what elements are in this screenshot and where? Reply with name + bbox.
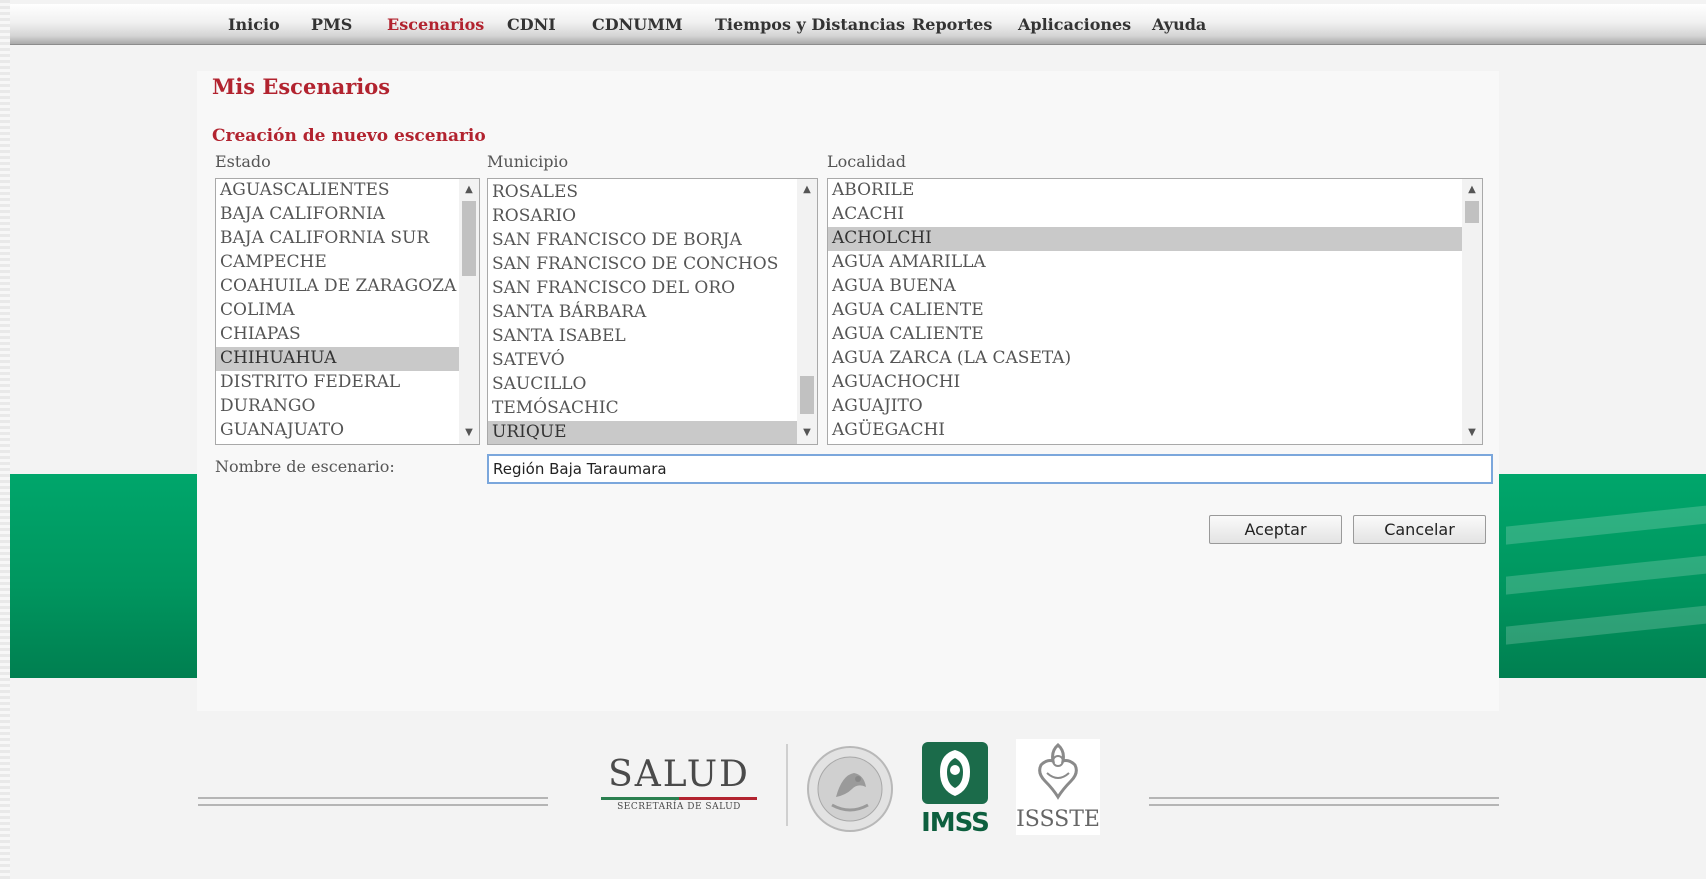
localidad-options: ABORILE ACACHI ACHOLCHI AGUA AMARILLA AG…	[828, 179, 1482, 443]
estado-option[interactable]: BAJA CALIFORNIA	[216, 203, 479, 227]
issste-logo: ISSSTE	[1016, 739, 1100, 835]
chevron-down-icon[interactable]: ▼	[1462, 424, 1482, 442]
municipio-option[interactable]: SAUCILLO	[488, 373, 817, 397]
band-stripe	[1506, 601, 1706, 645]
band-stripe	[1506, 551, 1706, 595]
municipio-option[interactable]: SAN FRANCISCO DEL ORO	[488, 277, 817, 301]
municipio-label: Municipio	[487, 152, 569, 171]
localidad-option[interactable]: AGUA CALIENTE	[828, 299, 1482, 323]
chevron-up-icon[interactable]: ▲	[1462, 181, 1482, 199]
municipio-option-selected[interactable]: URIQUE	[488, 421, 797, 444]
cancel-button[interactable]: Cancelar	[1353, 515, 1486, 544]
estado-option[interactable]: CHIAPAS	[216, 323, 479, 347]
estado-option-selected[interactable]: CHIHUAHUA	[216, 347, 479, 371]
nav-item-aplicaciones[interactable]: Aplicaciones	[1018, 15, 1131, 34]
localidad-option[interactable]: AGUA AMARILLA	[828, 251, 1482, 275]
footer-left-rule	[198, 797, 548, 806]
imss-emblem-icon	[922, 742, 988, 804]
nav-item-tiempos-y-distancias[interactable]: Tiempos y Distancias	[715, 15, 905, 34]
localidad-option[interactable]: ACACHI	[828, 203, 1482, 227]
salud-logo: SALUD SECRETARÍA DE SALUD	[595, 755, 763, 825]
estado-scroll-thumb[interactable]	[462, 201, 476, 276]
municipio-option[interactable]: ROSARIO	[488, 205, 817, 229]
estado-option[interactable]: COLIMA	[216, 299, 479, 323]
localidad-scrollbar[interactable]: ▲ ▼	[1462, 179, 1482, 444]
estado-scrollbar[interactable]: ▲ ▼	[459, 179, 479, 444]
nav-item-cdnumm[interactable]: CDNUMM	[592, 15, 683, 34]
salud-title: SALUD	[608, 754, 750, 795]
estado-option[interactable]: CAMPECHE	[216, 251, 479, 275]
issste-emblem-icon	[1038, 743, 1078, 800]
municipio-listbox[interactable]: ROSALES ROSARIO SAN FRANCISCO DE BORJA S…	[487, 178, 818, 445]
nav-item-ayuda[interactable]: Ayuda	[1152, 15, 1206, 34]
municipio-option[interactable]: SATEVÓ	[488, 349, 817, 373]
nav-item-pms[interactable]: PMS	[311, 15, 352, 34]
municipio-option[interactable]: SAN FRANCISCO DE BORJA	[488, 229, 817, 253]
municipio-option[interactable]: ROSALES	[488, 181, 817, 205]
chevron-up-icon[interactable]: ▲	[797, 181, 817, 199]
municipio-scrollbar[interactable]: ▲ ▼	[797, 179, 817, 444]
page-title: Mis Escenarios	[212, 74, 391, 99]
imss-logo: IMSS	[917, 740, 993, 836]
nav-item-reportes[interactable]: Reportes	[912, 15, 992, 34]
localidad-option[interactable]: AGUA CALIENTE	[828, 323, 1482, 347]
estado-option[interactable]: DISTRITO FEDERAL	[216, 371, 479, 395]
logo-divider	[786, 744, 788, 826]
localidad-option[interactable]: AGUA ZARCA (LA CASETA)	[828, 347, 1482, 371]
accept-button[interactable]: Aceptar	[1209, 515, 1342, 544]
localidad-label: Localidad	[827, 152, 907, 171]
chevron-down-icon[interactable]: ▼	[459, 424, 479, 442]
estado-listbox[interactable]: AGUASCALIENTES BAJA CALIFORNIA BAJA CALI…	[215, 178, 480, 445]
footer-right-rule	[1149, 797, 1499, 806]
estado-options: AGUASCALIENTES BAJA CALIFORNIA BAJA CALI…	[216, 179, 479, 443]
estado-option[interactable]: DURANGO	[216, 395, 479, 419]
municipio-option[interactable]: TEMÓSACHIC	[488, 397, 817, 421]
estado-option[interactable]: AGUASCALIENTES	[216, 179, 479, 203]
estado-option[interactable]: BAJA CALIFORNIA SUR	[216, 227, 479, 251]
band-stripe	[1506, 501, 1706, 545]
scenario-panel: Mis Escenarios Creación de nuevo escenar…	[197, 71, 1499, 711]
localidad-option[interactable]: AGUACHOCHI	[828, 371, 1482, 395]
mexican-seal-icon	[806, 745, 894, 833]
localidad-option[interactable]: AGUA BUENA	[828, 275, 1482, 299]
left-decorative-strip	[0, 0, 10, 879]
municipio-option[interactable]: SANTA ISABEL	[488, 325, 817, 349]
chevron-down-icon[interactable]: ▼	[797, 424, 817, 442]
salud-subtitle: SECRETARÍA DE SALUD	[617, 802, 741, 812]
section-title: Creación de nuevo escenario	[212, 126, 486, 146]
estado-option[interactable]: GUANAJUATO	[216, 419, 479, 443]
estado-option[interactable]: COAHUILA DE ZARAGOZA	[216, 275, 479, 299]
localidad-listbox[interactable]: ABORILE ACACHI ACHOLCHI AGUA AMARILLA AG…	[827, 178, 1483, 445]
localidad-option-selected[interactable]: ACHOLCHI	[828, 227, 1462, 251]
nav-item-escenarios[interactable]: Escenarios	[387, 15, 484, 34]
municipio-option[interactable]: SAN FRANCISCO DE CONCHOS	[488, 253, 817, 277]
top-navigation-bar: Inicio PMS Escenarios CDNI CDNUMM Tiempo…	[10, 4, 1706, 45]
localidad-option[interactable]: ABORILE	[828, 179, 1482, 203]
salud-rule	[601, 797, 757, 800]
imss-label: IMSS	[921, 808, 990, 838]
scenario-name-label: Nombre de escenario:	[215, 457, 395, 476]
nav-item-inicio[interactable]: Inicio	[228, 15, 280, 34]
estado-label: Estado	[215, 152, 271, 171]
nav-item-cdni[interactable]: CDNI	[507, 15, 556, 34]
municipio-scroll-thumb[interactable]	[800, 376, 814, 414]
municipio-option[interactable]: SANTA BÁRBARA	[488, 301, 817, 325]
municipio-options: ROSALES ROSARIO SAN FRANCISCO DE BORJA S…	[488, 181, 817, 444]
localidad-option[interactable]: AGÜEGACHI	[828, 419, 1482, 443]
issste-label: ISSSTE	[1016, 807, 1100, 832]
localidad-scroll-thumb[interactable]	[1465, 201, 1479, 223]
scenario-name-input[interactable]	[487, 454, 1493, 484]
chevron-up-icon[interactable]: ▲	[459, 181, 479, 199]
localidad-option[interactable]: AGUAJITO	[828, 395, 1482, 419]
